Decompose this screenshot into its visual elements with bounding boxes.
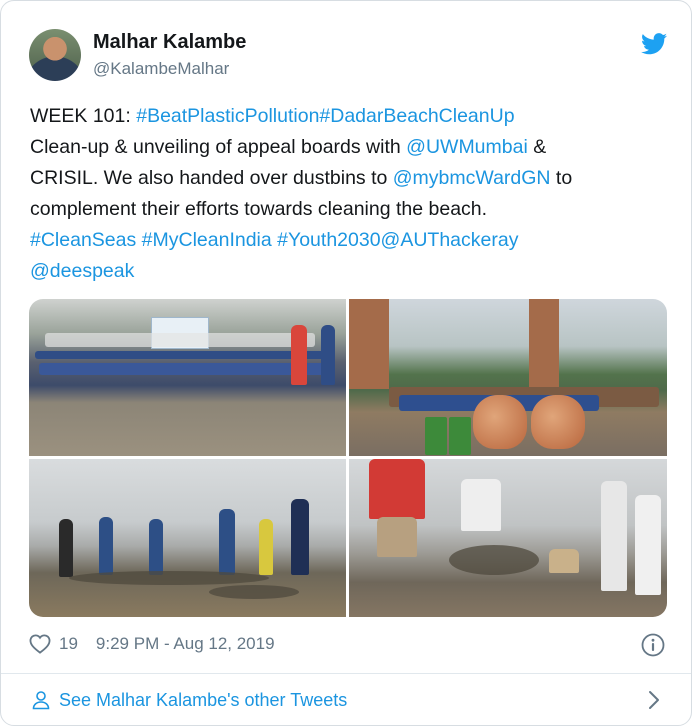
tweet-text-segment: Clean-up & unveiling of appeal boards wi…	[30, 136, 407, 158]
tweet-line-3: CRISIL. We also handed over dustbins to …	[30, 163, 670, 194]
person-figure	[99, 517, 113, 575]
tweet-text-segment: CRISIL. We also handed over dustbins to	[30, 167, 393, 189]
person-figure	[291, 325, 307, 385]
author-name[interactable]: Malhar Kalambe	[93, 31, 246, 54]
person-figure	[219, 509, 235, 575]
chevron-right-icon[interactable]	[647, 689, 661, 711]
crowd-row	[39, 363, 329, 375]
crowd-row	[45, 333, 315, 347]
hashtag-link[interactable]: #BeatPlasticPollution#DadarBeachCleanUp	[136, 105, 514, 127]
tweet-line-4: complement their efforts towards cleanin…	[30, 198, 488, 220]
author-avatar[interactable]	[29, 29, 81, 81]
dustbins-handover-photo[interactable]	[349, 299, 667, 456]
seaweed-debris	[69, 571, 269, 585]
person-figure	[59, 519, 73, 577]
clay-pot	[473, 395, 527, 449]
author-handle[interactable]: @KalambeMalhar	[93, 59, 229, 79]
tweet-text-segment: &	[527, 136, 547, 158]
tweet-text-segment: WEEK 101:	[30, 105, 137, 127]
mention-link-mybmcwardgn[interactable]: @mybmcWardGN	[393, 167, 551, 189]
person-figure	[291, 499, 309, 575]
debris-collection-photo[interactable]	[349, 459, 667, 617]
person-figure	[369, 459, 425, 519]
footer-divider	[1, 673, 691, 674]
beach-cleanup-photo[interactable]	[29, 459, 346, 617]
see-other-tweets-label[interactable]: See Malhar Kalambe's other Tweets	[59, 690, 347, 711]
crowd-row	[35, 351, 335, 359]
person-figure	[259, 519, 273, 575]
tweet-text: WEEK 101: #BeatPlasticPollution#DadarBea…	[30, 101, 670, 287]
mention-link-uwmumbai[interactable]: @UWMumbai	[406, 136, 528, 158]
clay-pot	[531, 395, 585, 449]
hashtags-link-line[interactable]: #CleanSeas #MyCleanIndia #Youth2030@AUTh…	[30, 225, 670, 256]
see-other-tweets-link[interactable]: See Malhar Kalambe's other Tweets	[31, 685, 347, 715]
person-figure	[461, 479, 501, 531]
info-icon[interactable]	[641, 633, 665, 657]
person-figure	[377, 517, 417, 557]
gate-pillar	[349, 299, 389, 389]
tweet-text-segment: to	[550, 167, 573, 189]
seaweed-debris	[209, 585, 299, 599]
tweet-line-2: Clean-up & unveiling of appeal boards wi…	[30, 132, 670, 163]
person-figure	[149, 519, 163, 575]
tweet-line-1: WEEK 101: #BeatPlasticPollution#DadarBea…	[30, 101, 670, 132]
dustbin	[425, 417, 447, 455]
tweet-timestamp[interactable]: 9:29 PM - Aug 12, 2019	[96, 634, 275, 654]
person-figure	[635, 495, 661, 595]
media-grid[interactable]	[29, 299, 667, 617]
person-icon	[32, 691, 50, 710]
person-figure	[321, 325, 335, 385]
person-figure	[601, 481, 627, 591]
like-count[interactable]: 19	[59, 634, 78, 654]
mention-link-deespeak[interactable]: @deespeak	[30, 256, 670, 287]
heart-icon[interactable]	[29, 634, 51, 654]
twitter-bird-icon[interactable]	[641, 33, 667, 55]
person-figure	[549, 549, 579, 573]
tweet-footer: 19 9:29 PM - Aug 12, 2019	[29, 629, 275, 659]
dustbin	[449, 417, 471, 455]
embedded-tweet-card[interactable]: Malhar Kalambe @KalambeMalhar WEEK 101: …	[0, 0, 692, 726]
seaweed-debris	[449, 545, 539, 575]
group-photo-beach[interactable]	[29, 299, 346, 456]
gate-pillar	[529, 299, 559, 389]
